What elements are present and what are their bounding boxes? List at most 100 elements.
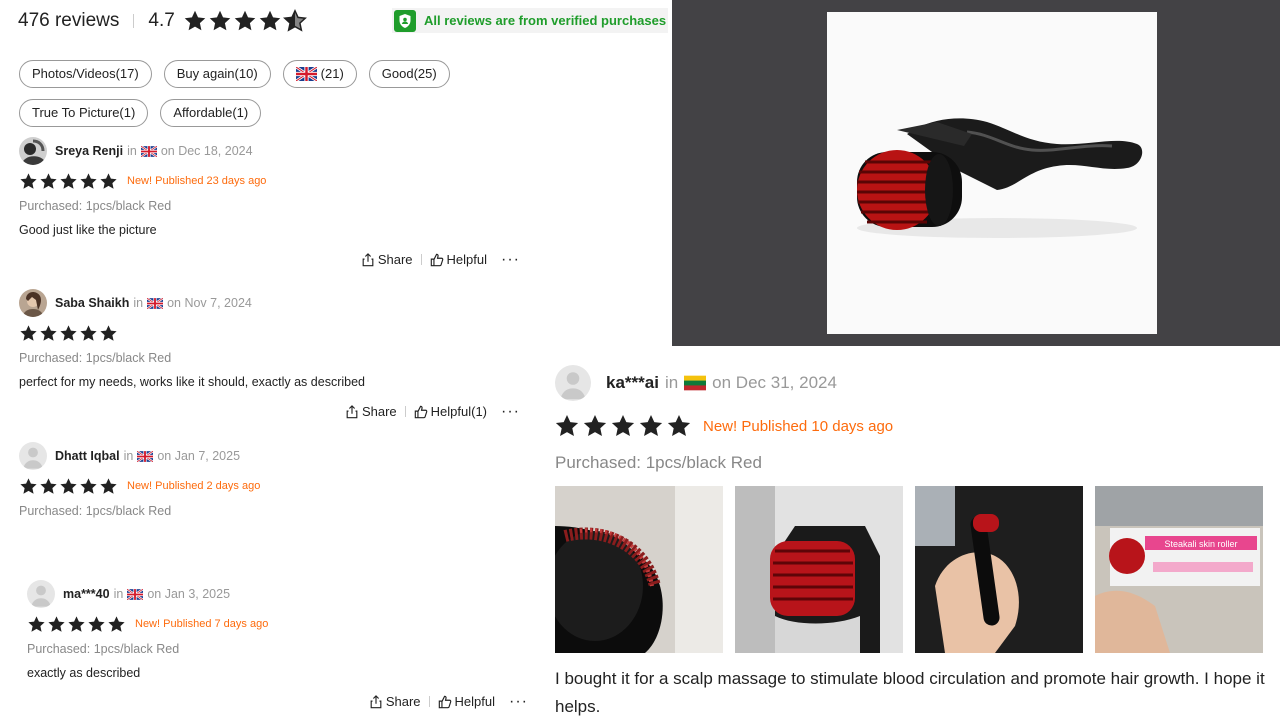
share-icon <box>345 405 359 419</box>
thumbs-up-icon <box>414 405 428 419</box>
star-icon <box>99 172 118 191</box>
verified-text: All reviews are from verified purchases <box>424 13 667 28</box>
helpful-label: Helpful <box>454 694 496 709</box>
share-button[interactable]: Share <box>369 694 421 709</box>
star-icon <box>39 172 58 191</box>
filter-uk-count: (21) <box>320 66 344 81</box>
share-icon <box>369 695 383 709</box>
star-icon <box>208 9 232 33</box>
share-icon <box>361 253 375 267</box>
star-icon <box>19 324 38 343</box>
filter-uk[interactable]: (21) <box>282 60 357 88</box>
review-actions: Share Helpful(1) ··· <box>345 403 520 419</box>
divider <box>404 406 406 417</box>
reviews-summary: 476 reviews 4.7 <box>18 8 307 34</box>
review-stars <box>27 615 126 634</box>
in-label: in <box>127 144 137 158</box>
helpful-button[interactable]: Helpful <box>430 252 487 267</box>
review-stars <box>554 413 692 439</box>
derma-roller-image <box>827 12 1157 334</box>
more-options-button[interactable]: ··· <box>501 403 520 419</box>
reviewer-name: ma***40 <box>63 587 110 601</box>
reviewer-name: Dhatt Iqbal <box>55 449 120 463</box>
star-icon <box>233 9 257 33</box>
share-button[interactable]: Share <box>361 252 413 267</box>
share-label: Share <box>377 252 413 267</box>
purchased-variant: Purchased: 1pcs/black Red <box>19 504 172 518</box>
thumbs-up-icon <box>438 695 452 709</box>
review-text: I bought it for a scalp massage to stimu… <box>555 669 1265 716</box>
filter-buy-again[interactable]: Buy again(10) <box>163 60 271 88</box>
star-icon <box>87 615 106 634</box>
review-actions: Share Helpful ··· <box>361 251 520 267</box>
product-box-label: Steakali skin roller <box>1164 539 1237 549</box>
in-label: in <box>113 587 124 601</box>
avatar <box>555 365 591 401</box>
star-icon <box>582 413 608 439</box>
new-published-badge: New! Published 7 days ago <box>135 618 269 630</box>
verified-purchases-banner: All reviews are from verified purchases <box>392 8 668 33</box>
reviews-panel: 476 reviews 4.7 Photos/Videos(17) Buy ag… <box>0 0 540 720</box>
in-label: in <box>133 296 144 310</box>
star-icon <box>59 324 78 343</box>
filter-true-to-picture[interactable]: True To Picture(1) <box>19 99 149 127</box>
helpful-button[interactable]: Helpful <box>438 694 495 709</box>
review-date: on Dec 18, 2024 <box>160 144 253 158</box>
star-icon <box>39 477 58 496</box>
more-options-button[interactable]: ··· <box>501 251 520 267</box>
reviewer-name: Saba Shaikh <box>55 296 130 310</box>
in-label: in <box>664 373 679 392</box>
share-label: Share <box>361 404 397 419</box>
review-photos: Steakali skin roller <box>555 486 1263 653</box>
avatar <box>19 289 47 317</box>
review-date: on Jan 7, 2025 <box>157 449 241 463</box>
review-filters: Photos/Videos(17) Buy again(10) (21) Goo… <box>19 60 519 138</box>
reviewer-name: ka***ai <box>606 373 659 392</box>
review-text: perfect for my needs, works like it shou… <box>19 375 365 389</box>
more-options-button[interactable]: ··· <box>509 693 528 709</box>
filter-photos-videos[interactable]: Photos/Videos(17) <box>19 60 152 88</box>
helpful-label: Helpful(1) <box>430 404 488 419</box>
featured-review: ka***ai in on Dec 31, 2024 New! Publishe… <box>540 347 1280 720</box>
default-avatar-icon <box>19 442 47 470</box>
star-icon <box>107 615 126 634</box>
review-date: on Nov 7, 2024 <box>167 296 252 310</box>
new-published-badge: New! Published 2 days ago <box>127 480 261 492</box>
star-icon <box>610 413 636 439</box>
star-icon <box>27 615 46 634</box>
review-item: Sreya Renji in on Dec 18, 2024 New! Publ… <box>19 137 559 237</box>
purchased-variant: Purchased: 1pcs/black Red <box>19 351 172 365</box>
star-icon <box>99 477 118 496</box>
review-item: Saba Shaikh in on Nov 7, 2024 Purchased:… <box>19 289 559 389</box>
review-photo[interactable]: Steakali skin roller <box>1095 486 1263 653</box>
star-icon <box>183 9 207 33</box>
divider <box>428 696 430 707</box>
review-photo[interactable] <box>555 486 723 653</box>
star-icon <box>554 413 580 439</box>
filter-affordable[interactable]: Affordable(1) <box>160 99 262 127</box>
star-icon <box>47 615 66 634</box>
star-icon <box>19 477 38 496</box>
review-date: on Dec 31, 2024 <box>712 373 837 392</box>
uk-flag-icon <box>141 146 157 157</box>
review-photo[interactable] <box>735 486 903 653</box>
review-photo[interactable] <box>915 486 1083 653</box>
star-icon <box>59 477 78 496</box>
review-stars <box>19 324 118 343</box>
avatar <box>19 442 47 470</box>
share-label: Share <box>385 694 421 709</box>
star-icon <box>39 324 58 343</box>
filter-good[interactable]: Good(25) <box>368 60 450 88</box>
default-avatar-icon <box>27 580 55 608</box>
review-text: exactly as described <box>27 666 141 680</box>
new-published-badge: New! Published 23 days ago <box>127 175 267 187</box>
share-button[interactable]: Share <box>345 404 397 419</box>
purchased-variant: Purchased: 1pcs/black Red <box>27 642 180 656</box>
review-stars <box>19 477 118 496</box>
review-actions: Share Helpful ··· <box>369 693 528 709</box>
product-image[interactable] <box>827 12 1157 334</box>
average-rating: 4.7 <box>148 10 175 31</box>
rating-stars <box>183 9 307 33</box>
helpful-button[interactable]: Helpful(1) <box>414 404 487 419</box>
thumbs-up-icon <box>430 253 444 267</box>
